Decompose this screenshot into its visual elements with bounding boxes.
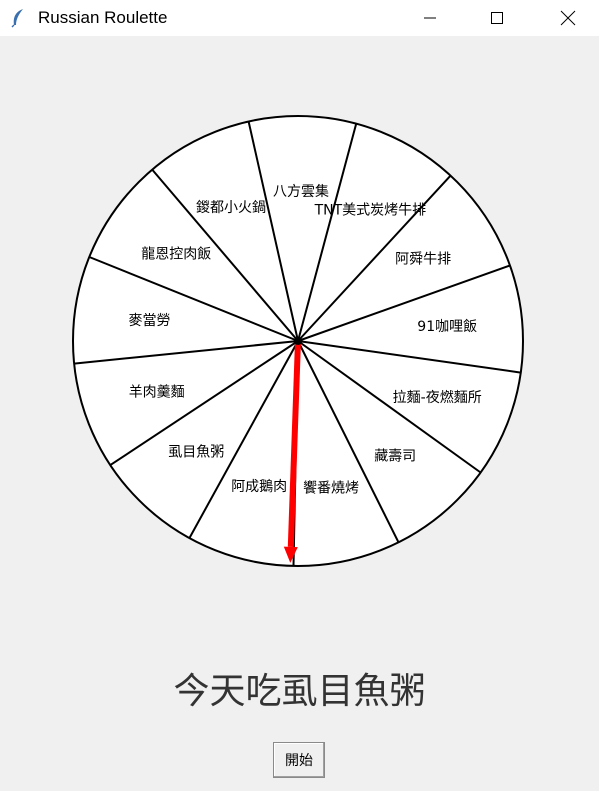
minimize-icon — [424, 17, 436, 19]
minimize-button[interactable] — [407, 0, 453, 36]
feather-icon — [11, 9, 23, 28]
wheel-segment-label: 饗番燒烤 — [303, 479, 359, 496]
wheel-segment-label: 拉麵-夜燃麵所 — [393, 389, 482, 406]
start-button[interactable]: 開始 — [273, 742, 325, 778]
title-bar: Russian Roulette — [0, 0, 599, 36]
maximize-icon — [491, 12, 503, 24]
roulette-wheel: TNT美式炭烤牛排阿舜牛排 91咖哩飯拉麵-夜燃麵所藏壽司饗番燒烤阿成鵝肉 虱目魚粥… — [72, 115, 524, 567]
wheel-segment-label: 龍恩控肉飯 — [141, 245, 211, 262]
wheel-segment-label: 阿成鵝肉 — [231, 479, 287, 495]
maximize-button[interactable] — [474, 0, 520, 36]
wheel-segment-label: 八方雲集 — [273, 183, 329, 200]
wheel-segment-label: 麥當勞 — [129, 313, 171, 329]
wheel-segment-label: 虱目魚粥 — [168, 443, 224, 460]
wheel-hub — [294, 337, 302, 345]
close-button[interactable] — [545, 0, 591, 36]
wheel-segment-label: 羊肉羹麵 — [129, 384, 185, 400]
result-text: 今天吃虱目魚粥 — [173, 671, 426, 712]
wheel-segment-label: 藏壽司 — [374, 448, 416, 464]
wheel-segment-label: 鍐都小火鍋 — [196, 200, 266, 216]
close-icon — [560, 10, 576, 26]
wheel-segment-label: 阿舜牛排 — [395, 251, 451, 267]
wheel-segment-label: 91咖哩飯 — [417, 318, 477, 335]
window-title: Russian Roulette — [38, 8, 168, 27]
wheel-segment-label: TNT美式炭烤牛排 — [314, 203, 427, 219]
